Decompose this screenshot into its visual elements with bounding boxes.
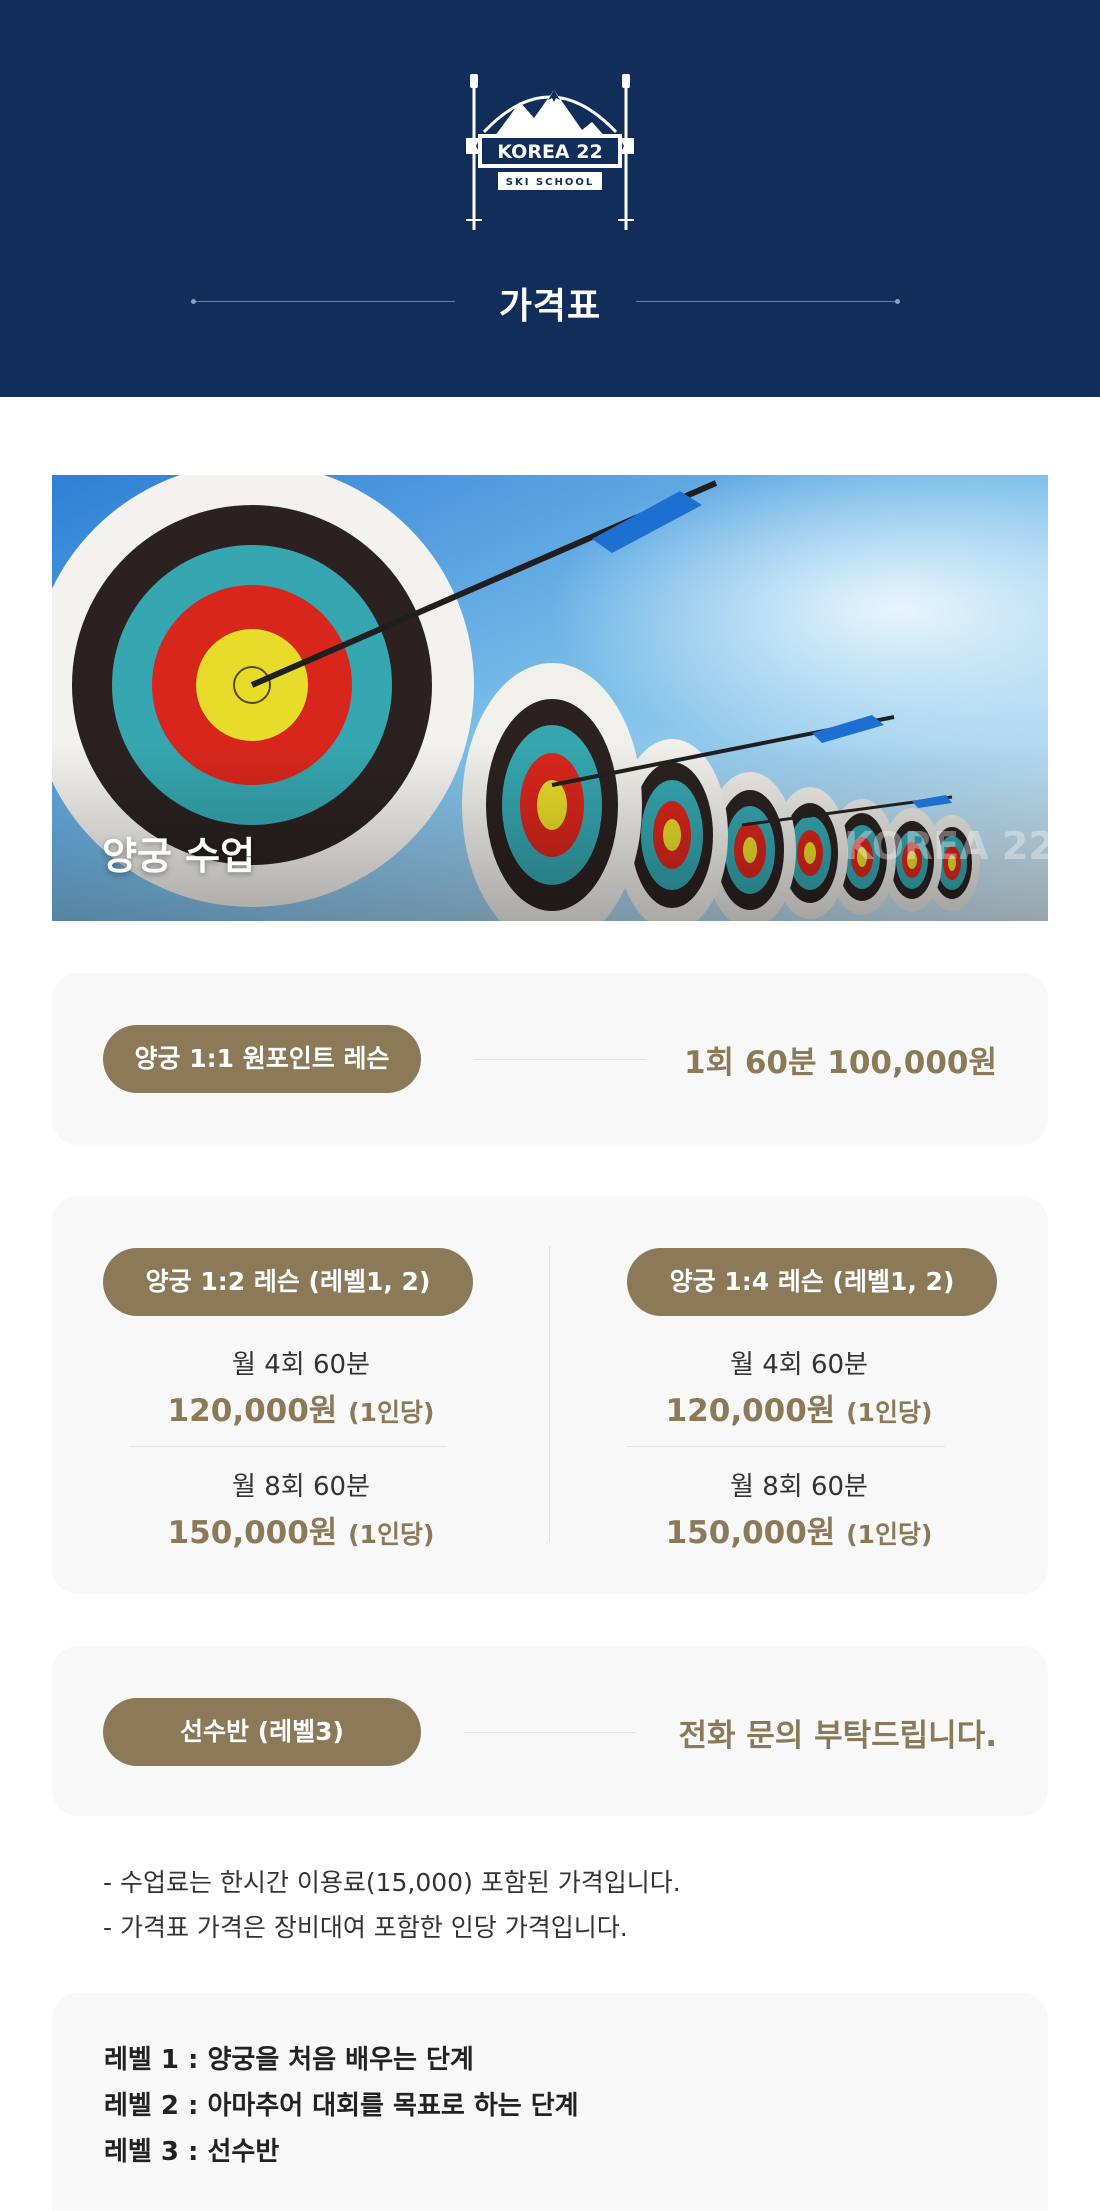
- option-price: 150,000원 (1인당): [550, 1507, 1048, 1552]
- price-card-group: 양궁 1:2 레슨 (레벨1, 2) 월 4회 60분 120,000원 (1인…: [52, 1196, 1048, 1594]
- option-price: 150,000원 (1인당): [52, 1507, 550, 1552]
- option-amount: 150,000원: [665, 1515, 836, 1551]
- korea22-ski-school-logo: KOREA 22 SKI SCHOOL: [466, 74, 634, 230]
- option-amount: 120,000원: [665, 1393, 836, 1429]
- option-row: 월 8회 60분 150,000원 (1인당): [550, 1466, 1048, 1552]
- note-item: - 수업료는 한시간 이용료(15,000) 포함된 가격입니다.: [103, 1868, 681, 1897]
- price-onepoint: 1회 60분 100,000원: [683, 1045, 997, 1081]
- logo-wordmark: KOREA 22: [497, 141, 602, 163]
- card-divider: [464, 1732, 636, 1733]
- option-amount: 150,000원: [167, 1515, 338, 1551]
- option-per-person: (1인당): [846, 1398, 933, 1427]
- level-item: 레벨 3 : 선수반: [104, 2137, 280, 2167]
- level-descriptions: 레벨 1 : 양궁을 처음 배우는 단계 레벨 2 : 아마추어 대회를 목표로…: [52, 1993, 1048, 2211]
- hero-watermark: KOREA 22: [844, 824, 1048, 868]
- level-item: 레벨 1 : 양궁을 처음 배우는 단계: [104, 2045, 474, 2075]
- hero-image-archery: KOREA 22 양궁 수업: [52, 475, 1048, 921]
- option-per-person: (1인당): [846, 1520, 933, 1549]
- option-frequency: 월 8회 60분: [232, 1472, 370, 1502]
- option-per-person: (1인당): [348, 1398, 435, 1427]
- option-frequency: 월 4회 60분: [232, 1350, 370, 1380]
- price-card-onepoint: 양궁 1:1 원포인트 레슨 1회 60분 100,000원: [52, 973, 1048, 1145]
- group-lesson-1to4: 양궁 1:4 레슨 (레벨1, 2) 월 4회 60분 120,000원 (1인…: [550, 1196, 1048, 1594]
- lesson-label-1to4: 양궁 1:4 레슨 (레벨1, 2): [627, 1248, 997, 1316]
- price-card-athlete: 선수반 (레벨3) 전화 문의 부탁드립니다.: [52, 1646, 1048, 1816]
- hero-title: 양궁 수업: [102, 834, 256, 878]
- lesson-label-athlete: 선수반 (레벨3): [103, 1698, 421, 1766]
- option-per-person: (1인당): [348, 1520, 435, 1549]
- option-row: 월 8회 60분 150,000원 (1인당): [52, 1466, 550, 1552]
- lesson-label-1to2: 양궁 1:2 레슨 (레벨1, 2): [103, 1248, 473, 1316]
- page-header: KOREA 22 SKI SCHOOL 가격표: [0, 0, 1100, 397]
- option-divider: [129, 1446, 447, 1447]
- option-price: 120,000원 (1인당): [52, 1385, 550, 1430]
- group-lesson-1to2: 양궁 1:2 레슨 (레벨1, 2) 월 4회 60분 120,000원 (1인…: [52, 1196, 550, 1594]
- option-divider: [627, 1446, 945, 1447]
- option-row: 월 4회 60분 120,000원 (1인당): [550, 1344, 1048, 1430]
- option-amount: 120,000원: [167, 1393, 338, 1429]
- lesson-label-onepoint: 양궁 1:1 원포인트 레슨: [103, 1025, 421, 1093]
- title-row: 가격표: [0, 272, 1100, 332]
- title-divider-right: [636, 299, 900, 304]
- card-divider: [474, 1059, 646, 1060]
- option-row: 월 4회 60분 120,000원 (1인당): [52, 1344, 550, 1430]
- logo-subtext: SKI SCHOOL: [506, 177, 594, 188]
- price-athlete-inquiry: 전화 문의 부탁드립니다.: [678, 1718, 997, 1754]
- page-title: 가격표: [498, 286, 602, 327]
- option-price: 120,000원 (1인당): [550, 1385, 1048, 1430]
- option-frequency: 월 4회 60분: [730, 1350, 868, 1380]
- note-item: - 가격표 가격은 장비대여 포함한 인당 가격입니다.: [103, 1913, 628, 1942]
- option-frequency: 월 8회 60분: [730, 1472, 868, 1502]
- level-item: 레벨 2 : 아마추어 대회를 목표로 하는 단계: [104, 2091, 579, 2121]
- price-notes: - 수업료는 한시간 이용료(15,000) 포함된 가격입니다. - 가격표 …: [103, 1860, 1003, 1950]
